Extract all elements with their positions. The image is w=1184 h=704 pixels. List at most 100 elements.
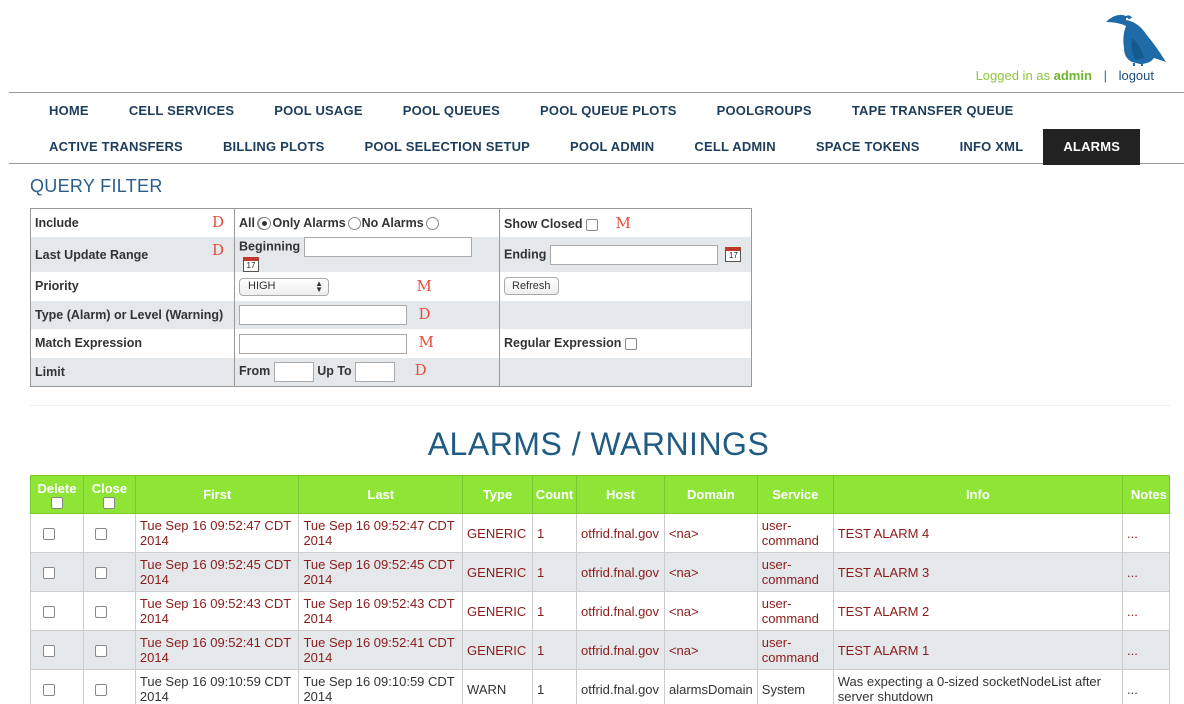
col-service[interactable]: Service <box>756 475 834 514</box>
nav-pool-usage[interactable]: POOL USAGE <box>254 93 382 129</box>
include-only-alarms-radio[interactable] <box>258 217 272 231</box>
cell-last: Tue Sep 16 09:52:47 CDT 2014 <box>298 513 464 553</box>
type-input[interactable] <box>239 305 407 326</box>
col-first[interactable]: First <box>134 475 300 514</box>
delete-checkbox[interactable] <box>42 684 55 697</box>
cell-type: GENERIC <box>462 552 534 592</box>
match-expression-label: Match Expression <box>35 336 142 351</box>
cell-type: GENERIC <box>462 630 534 670</box>
ending-input[interactable] <box>549 244 718 265</box>
include-tag: D <box>211 213 224 231</box>
close-checkbox[interactable] <box>95 684 108 697</box>
close-checkbox[interactable] <box>95 528 108 541</box>
cell-first: Tue Sep 16 09:52:45 CDT 2014 <box>134 552 300 592</box>
cell-count: 1 <box>532 591 577 631</box>
cell-domain: <na> <box>663 591 758 631</box>
delete-all-checkbox[interactable] <box>50 496 63 509</box>
delete-checkbox[interactable] <box>42 645 55 658</box>
include-radio-trailing[interactable] <box>425 217 439 231</box>
cell-info: TEST ALARM 4 <box>832 513 1123 553</box>
table-row: Tue Sep 16 09:10:59 CDT 2014 Tue Sep 16 … <box>30 669 1171 704</box>
col-notes[interactable]: Notes <box>1121 475 1171 514</box>
nav-pool-queues[interactable]: POOL QUEUES <box>383 93 520 129</box>
nav-tape-transfer-queue[interactable]: TAPE TRANSFER QUEUE <box>832 93 1034 129</box>
limit-label: Limit <box>35 364 65 379</box>
refresh-button[interactable]: Refresh <box>504 277 559 296</box>
close-checkbox[interactable] <box>95 645 108 658</box>
type-tag: D <box>418 304 431 323</box>
col-type[interactable]: Type <box>462 475 534 514</box>
dcache-bird-logo <box>1106 14 1166 66</box>
query-filter-title: QUERY FILTER <box>30 176 163 196</box>
alarms-header-row: Delete Close First Last Type Count Host … <box>30 475 1171 514</box>
regex-checkbox[interactable] <box>624 338 637 351</box>
limit-upto-input[interactable] <box>355 362 396 383</box>
nav-cell-services[interactable]: CELL SERVICES <box>109 93 254 129</box>
cell-domain: <na> <box>663 552 758 592</box>
table-row: Tue Sep 16 09:52:47 CDT 2014 Tue Sep 16 … <box>30 513 1171 553</box>
nav-poolgroups[interactable]: POOLGROUPS <box>697 93 832 129</box>
include-no-alarms-radio[interactable] <box>347 217 361 231</box>
table-row: Tue Sep 16 09:52:41 CDT 2014 Tue Sep 16 … <box>30 630 1171 670</box>
close-checkbox[interactable] <box>95 567 108 580</box>
cell-host: otfrid.fnal.gov <box>575 630 665 670</box>
col-host[interactable]: Host <box>575 475 665 514</box>
show-closed-tag: M <box>615 214 631 232</box>
show-closed-checkbox[interactable] <box>585 218 598 231</box>
delete-checkbox[interactable] <box>42 606 55 619</box>
close-all-checkbox[interactable] <box>103 496 116 509</box>
nav-cell-admin[interactable]: CELL ADMIN <box>674 129 795 165</box>
cell-host: otfrid.fnal.gov <box>575 669 665 704</box>
priority-value: HIGH <box>248 280 276 293</box>
nav-row-1: HOME CELL SERVICES POOL USAGE POOL QUEUE… <box>9 93 1184 129</box>
col-domain[interactable]: Domain <box>663 475 758 514</box>
cell-notes[interactable]: ... <box>1121 669 1171 704</box>
alarms-title: ALARMS / WARNINGS <box>427 426 770 462</box>
limit-tag: D <box>414 361 427 380</box>
nav-space-tokens[interactable]: SPACE TOKENS <box>796 129 940 165</box>
col-info[interactable]: Info <box>832 475 1123 514</box>
nav-info-xml[interactable]: INFO XML <box>940 129 1044 165</box>
priority-select[interactable]: HIGH ▲ ▼ <box>239 278 329 297</box>
match-expression-input[interactable] <box>239 333 407 354</box>
col-count[interactable]: Count <box>532 475 577 514</box>
cell-first: Tue Sep 16 09:52:41 CDT 2014 <box>134 630 300 670</box>
logout-link[interactable]: logout <box>1119 68 1154 83</box>
col-last[interactable]: Last <box>298 475 464 514</box>
nav-alarms[interactable]: ALARMS <box>1043 129 1141 165</box>
table-row: Tue Sep 16 09:52:45 CDT 2014 Tue Sep 16 … <box>30 552 1171 592</box>
cell-notes[interactable]: ... <box>1121 630 1171 670</box>
cell-first: Tue Sep 16 09:52:47 CDT 2014 <box>134 513 300 553</box>
login-separator: | <box>1103 68 1107 83</box>
nav-pool-selection-setup[interactable]: POOL SELECTION SETUP <box>344 129 550 165</box>
table-row: Tue Sep 16 09:52:43 CDT 2014 Tue Sep 16 … <box>30 591 1171 631</box>
ending-label: Ending <box>504 246 547 261</box>
nav-pool-queue-plots[interactable]: POOL QUEUE PLOTS <box>520 93 697 129</box>
logged-in-label: Logged in as <box>975 68 1051 83</box>
cell-host: otfrid.fnal.gov <box>575 591 665 631</box>
close-checkbox[interactable] <box>95 606 108 619</box>
cell-service: user-command <box>756 552 834 592</box>
beginning-calendar-icon[interactable]: 17 <box>243 257 259 273</box>
cell-first: Tue Sep 16 09:52:43 CDT 2014 <box>134 591 300 631</box>
cell-notes[interactable]: ... <box>1121 552 1171 592</box>
delete-checkbox[interactable] <box>42 528 55 541</box>
last-update-label: Last Update Range <box>35 247 149 262</box>
login-status: Logged in as admin | logout <box>976 68 1154 83</box>
nav-home[interactable]: HOME <box>29 93 109 129</box>
limit-from-input[interactable] <box>273 362 314 383</box>
cell-info: Was expecting a 0-sized socketNodeList a… <box>832 669 1123 704</box>
cell-last: Tue Sep 16 09:10:59 CDT 2014 <box>298 669 464 704</box>
ending-calendar-icon[interactable]: 17 <box>725 247 742 263</box>
beginning-input[interactable] <box>303 237 472 257</box>
cell-service: user-command <box>756 513 834 553</box>
nav-active-transfers[interactable]: ACTIVE TRANSFERS <box>29 129 203 165</box>
cell-notes[interactable]: ... <box>1121 591 1171 631</box>
cell-notes[interactable]: ... <box>1121 513 1171 553</box>
nav-billing-plots[interactable]: BILLING PLOTS <box>203 129 345 165</box>
include-all-label: All <box>239 215 255 230</box>
nav-pool-admin[interactable]: POOL ADMIN <box>550 129 674 165</box>
delete-checkbox[interactable] <box>42 567 55 580</box>
col-delete: Delete <box>30 475 84 514</box>
cell-domain: <na> <box>663 630 758 670</box>
